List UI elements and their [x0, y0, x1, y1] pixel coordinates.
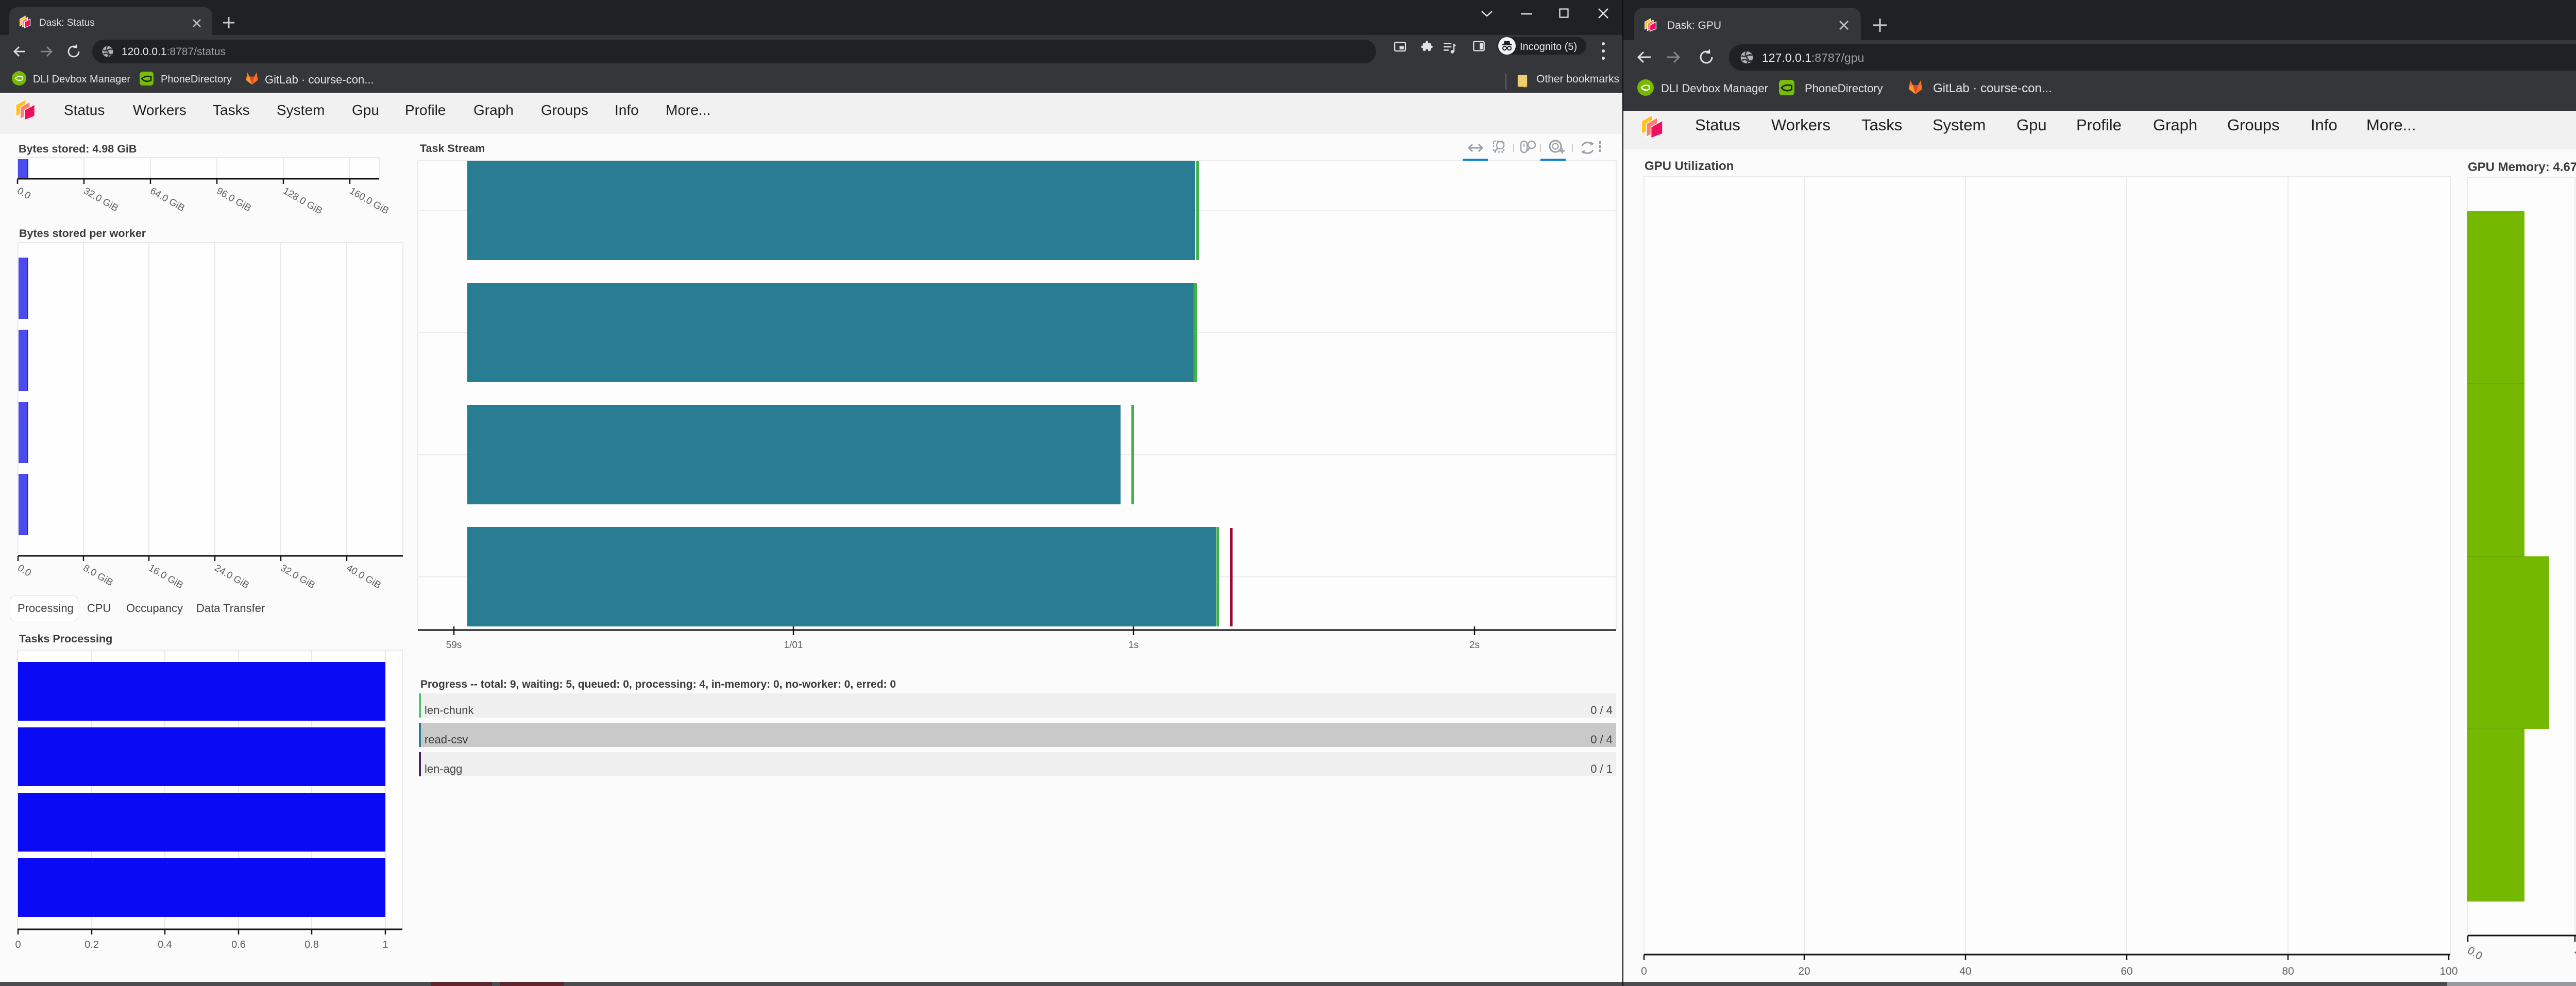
svg-text:32.0 GiB: 32.0 GiB [279, 563, 317, 591]
svg-text:160.0 GiB: 160.0 GiB [348, 185, 391, 216]
svg-text:32.0 GiB: 32.0 GiB [82, 185, 121, 214]
svg-text:128.0 GiB: 128.0 GiB [281, 185, 325, 216]
svg-text:0: 0 [1641, 965, 1647, 977]
svg-text:100: 100 [2439, 965, 2458, 977]
svg-text:8.0 GiB: 8.0 GiB [81, 563, 115, 588]
svg-text:20: 20 [1798, 965, 1810, 977]
svg-text:0.8: 0.8 [304, 939, 319, 950]
svg-text:40.0 GiB: 40.0 GiB [345, 563, 383, 591]
svg-text:80: 80 [2282, 965, 2294, 977]
svg-text:0.4: 0.4 [158, 939, 172, 950]
svg-text:2s: 2s [1469, 640, 1480, 651]
svg-text:96.0 GiB: 96.0 GiB [215, 185, 253, 214]
svg-text:0: 0 [15, 939, 21, 950]
svg-text:0.0: 0.0 [2466, 944, 2485, 962]
svg-text:1: 1 [382, 939, 388, 950]
svg-text:0.2: 0.2 [84, 939, 99, 950]
svg-text:59s: 59s [446, 640, 462, 651]
svg-text:1/01: 1/01 [784, 640, 803, 651]
svg-text:0.6: 0.6 [231, 939, 246, 950]
svg-text:0.0: 0.0 [16, 563, 33, 579]
svg-text:64.0 GiB: 64.0 GiB [148, 185, 187, 214]
svg-text:40: 40 [1959, 965, 1971, 977]
svg-text:24.0 GiB: 24.0 GiB [213, 563, 251, 591]
svg-text:60: 60 [2121, 965, 2132, 977]
svg-text:1s: 1s [1128, 640, 1139, 651]
svg-text:0.0: 0.0 [15, 185, 32, 201]
svg-text:16.0 GiB: 16.0 GiB [147, 563, 185, 591]
svg-text:2.0 GiB: 2.0 GiB [2573, 944, 2576, 973]
